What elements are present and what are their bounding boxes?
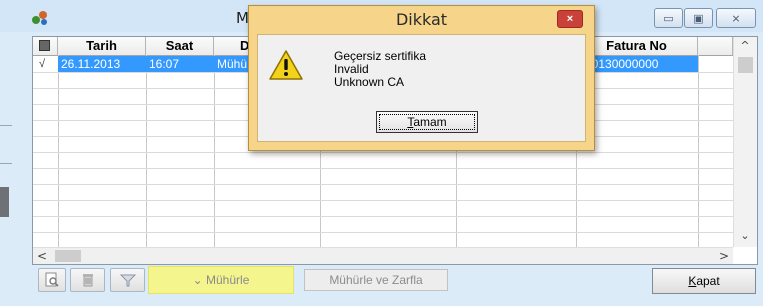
- cell-d[interactable]: Mühü: [214, 56, 249, 72]
- filter-icon: [119, 274, 137, 287]
- close-icon: ⨯: [731, 12, 741, 25]
- select-all-column[interactable]: [33, 37, 58, 55]
- cell-saat[interactable]: 16:07: [146, 56, 214, 72]
- view-document-button[interactable]: [38, 268, 66, 292]
- horizontal-scrollbar[interactable]: < >: [33, 247, 733, 264]
- vertical-scrollbar[interactable]: ^ ⌄: [733, 37, 757, 247]
- select-all-checkbox[interactable]: [39, 40, 50, 51]
- grid-row-line: [33, 200, 733, 201]
- minimize-button[interactable]: ▭: [654, 8, 683, 28]
- trash-icon: [83, 274, 93, 287]
- cell-tarih[interactable]: 26.11.2013: [58, 56, 146, 72]
- dialog-close-button[interactable]: ×: [557, 10, 583, 28]
- close-icon: ×: [566, 13, 574, 25]
- grid-row-line: [33, 232, 733, 233]
- grid-row-line: [33, 184, 733, 185]
- column-header-saat[interactable]: Saat: [146, 37, 214, 55]
- dialog-message-line: Unknown CA: [334, 75, 405, 89]
- ok-button-label: amam: [413, 115, 447, 129]
- grid-row-line: [33, 152, 733, 153]
- dialog-body: Geçersiz sertifika Invalid Unknown CA Ta…: [257, 34, 586, 142]
- column-header-tarih[interactable]: Tarih: [58, 37, 146, 55]
- document-search-icon: [45, 272, 59, 287]
- seal-button-label: Mühürle: [206, 273, 250, 287]
- dialog-message-line: Geçersiz sertifika: [334, 49, 427, 63]
- close-window-button[interactable]: ⨯: [716, 8, 756, 28]
- seal-button[interactable]: ⌄ Mühürle: [148, 266, 294, 294]
- seal-icon: ⌄: [192, 273, 203, 287]
- background-edge-line: [0, 163, 12, 164]
- dialog-title: Dikkat: [395, 10, 448, 29]
- row-check-mark[interactable]: √: [39, 58, 45, 70]
- scroll-right-icon[interactable]: >: [719, 249, 729, 263]
- minimize-icon: ▭: [663, 12, 674, 25]
- close-button-label: apat: [696, 274, 720, 288]
- window-title: M: [236, 9, 249, 27]
- column-header-extra[interactable]: [698, 37, 733, 55]
- scroll-left-icon[interactable]: <: [37, 249, 47, 263]
- grid-row-line: [33, 168, 733, 169]
- warning-dialog: Dikkat × Geçersiz sertifika Invalid Unkn…: [248, 5, 595, 151]
- grid-row-line: [33, 216, 733, 217]
- background-edge-block: [0, 187, 9, 217]
- app-icon: [32, 11, 47, 25]
- vertical-scroll-thumb[interactable]: [738, 57, 753, 73]
- background-edge-line: [0, 125, 12, 126]
- warning-icon: [269, 50, 303, 80]
- dialog-message-line: Invalid: [334, 62, 369, 76]
- ok-button[interactable]: Tamam: [376, 111, 478, 133]
- maximize-button[interactable]: ▣: [684, 8, 713, 28]
- maximize-icon: ▣: [693, 12, 704, 25]
- delete-button[interactable]: [70, 268, 105, 292]
- scroll-down-icon[interactable]: ⌄: [734, 229, 756, 242]
- close-button[interactable]: Kapat: [652, 268, 756, 294]
- scroll-up-icon[interactable]: ^: [734, 39, 756, 52]
- horizontal-scroll-thumb[interactable]: [55, 250, 81, 262]
- left-strip: [0, 32, 32, 306]
- filter-button[interactable]: [110, 268, 145, 292]
- dialog-title-bar[interactable]: Dikkat ×: [249, 6, 594, 34]
- seal-and-envelope-button[interactable]: Mühürle ve Zarfla: [304, 269, 448, 291]
